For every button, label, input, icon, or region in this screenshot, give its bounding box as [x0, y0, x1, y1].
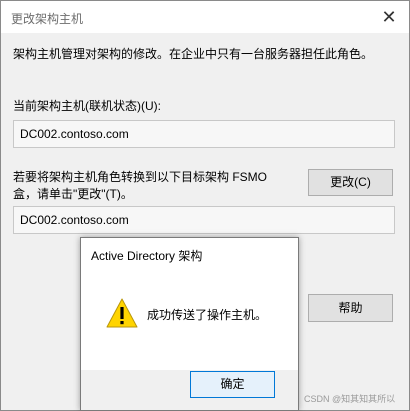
message-box: Active Directory 架构 成功传送了操作主机。 确定 — [80, 237, 299, 411]
watermark: CSDN @知其知其所以 — [304, 394, 396, 404]
close-icon[interactable]: ✕ — [375, 4, 403, 30]
change-button[interactable]: 更改(C) — [308, 169, 393, 196]
current-master-field[interactable]: DC002.contoso.com — [13, 120, 395, 148]
warning-icon — [106, 298, 138, 328]
ok-button[interactable]: 确定 — [190, 371, 275, 398]
transfer-instruction-label: 若要将架构主机角色转换到以下目标架构 FSMO 盒，请单击"更改"(T)。 — [13, 170, 267, 201]
description-text: 架构主机管理对架构的修改。在企业中只有一台服务器担任此角色。 — [13, 47, 374, 61]
current-master-label: 当前架构主机(联机状态)(U): — [13, 99, 161, 113]
dialog-title: 更改架构主机 — [11, 12, 84, 26]
message-text: 成功传送了操作主机。 — [147, 308, 268, 322]
title-bar: 更改架构主机 ✕ — [1, 1, 409, 33]
message-box-title-bar: Active Directory 架构 — [81, 238, 298, 270]
message-box-title: Active Directory 架构 — [91, 249, 203, 263]
help-button[interactable]: 帮助 — [308, 294, 393, 322]
target-master-field[interactable]: DC002.contoso.com — [13, 206, 395, 234]
